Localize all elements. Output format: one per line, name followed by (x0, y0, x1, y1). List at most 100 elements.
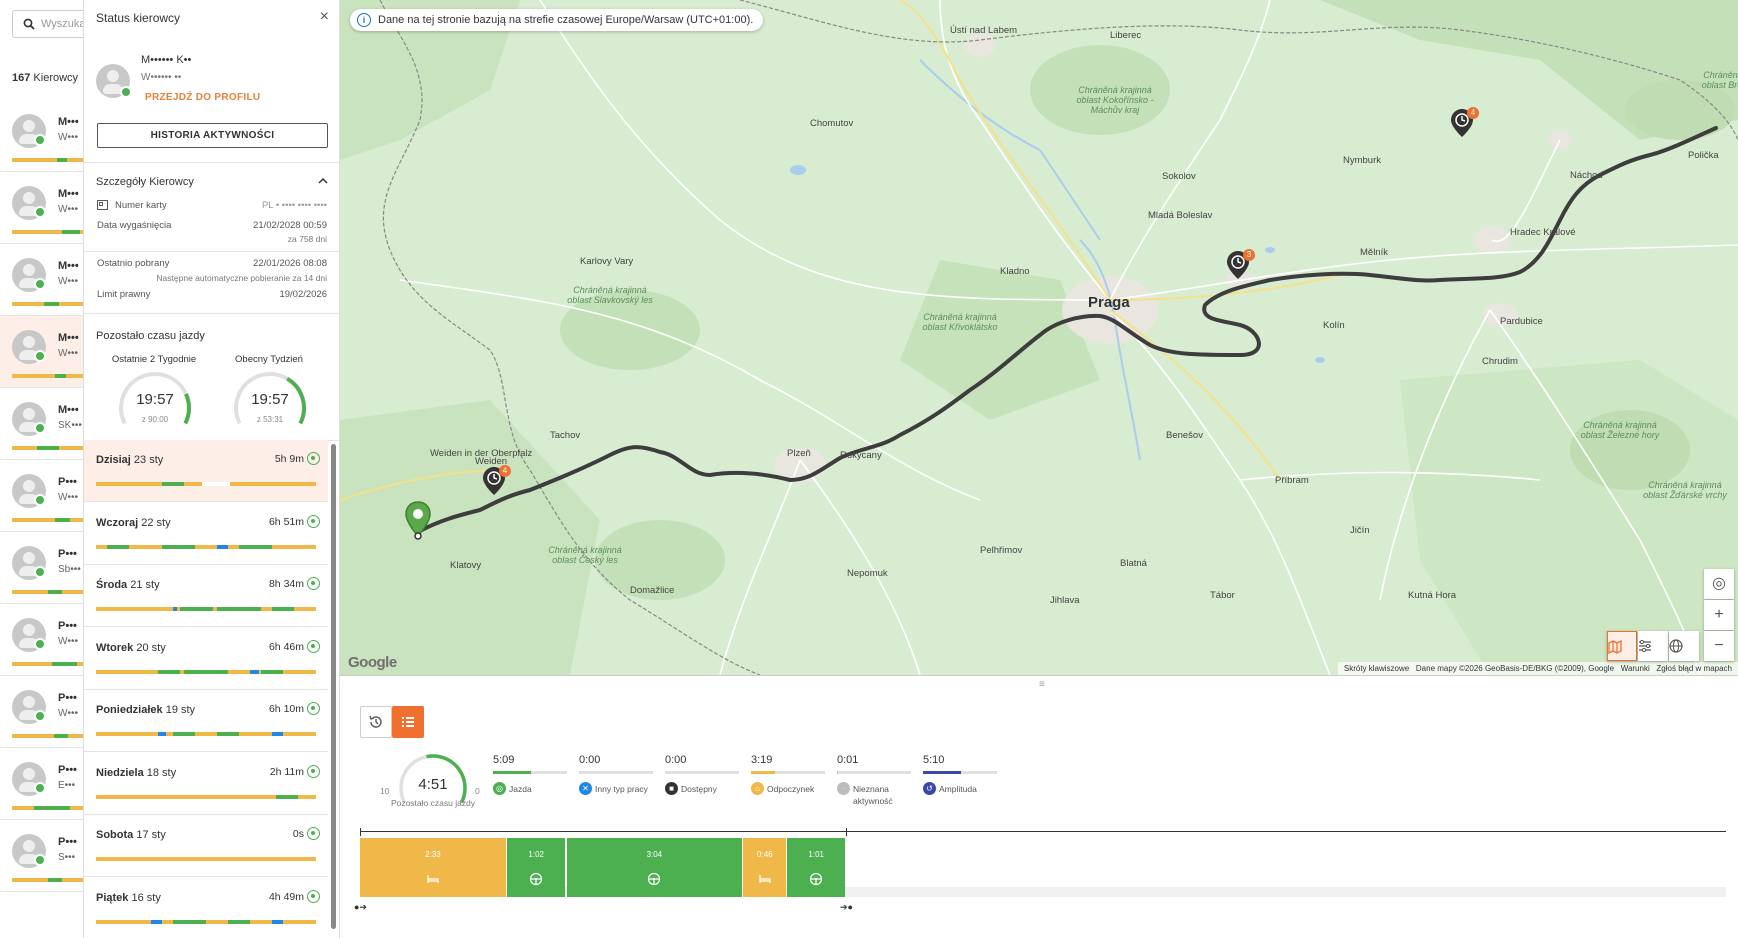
steering-wheel-icon (307, 514, 320, 528)
day-item[interactable]: Wtorek 20 sty 6h 46m (84, 628, 328, 690)
day-item[interactable]: Dzisiaj 23 sty 5h 9m (84, 440, 328, 502)
day-name: Sobota (96, 829, 134, 841)
day-item[interactable]: Sobota 17 sty 0s (84, 815, 328, 877)
place-label: Hradec Králové (1510, 227, 1576, 238)
driver-list-item[interactable]: P••• W••• (0, 460, 83, 532)
day-item[interactable]: Niedziela 18 sty 2h 11m (84, 753, 328, 815)
scrollbar[interactable] (331, 444, 336, 929)
day-name: Dzisiaj (96, 454, 131, 466)
park-label: Chráněná krajinná oblast Broumovsko (1701, 70, 1738, 90)
chevron-up-icon[interactable] (318, 177, 328, 185)
driver-list-item[interactable]: M••• W••• (0, 172, 83, 244)
day-item[interactable]: Poniedziałek 19 sty 6h 10m (84, 690, 328, 752)
driver-activity-bar (12, 662, 83, 666)
activity-segment (228, 919, 250, 924)
stat-label: Dostępny (681, 784, 717, 794)
attribution-terms[interactable]: Warunki (1621, 664, 1650, 673)
day-duration: 4h 49m (268, 890, 304, 903)
rest-marker[interactable]: 4 (1450, 107, 1480, 142)
filter-button[interactable] (1638, 631, 1668, 661)
info-icon: i (357, 13, 371, 27)
start-marker-icon[interactable] (404, 500, 432, 540)
driver-list-item[interactable]: P••• W••• (0, 604, 83, 676)
search-icon (23, 18, 35, 30)
timeline-segment-drive[interactable]: 1:02 (506, 838, 566, 897)
timeline-segment-drive[interactable]: 3:04 (566, 838, 743, 897)
driver-list-item[interactable]: P••• Sb••• (0, 532, 83, 604)
history-view-button[interactable] (360, 706, 392, 738)
driver-list-item[interactable]: M••• W••• (0, 316, 83, 388)
driver-list-item[interactable]: P••• S••• (0, 820, 83, 892)
rest-marker[interactable]: 3 (1226, 249, 1256, 284)
attribution-shortcuts[interactable]: Skróty klawiszowe (1344, 664, 1409, 673)
activity-segment (184, 669, 228, 674)
timeline-segment-rest[interactable]: 0:46 (743, 838, 787, 897)
driver-id: W•••••• •• (141, 72, 182, 83)
driver-list-item[interactable]: M••• SK••• (0, 388, 83, 460)
driver-list-item[interactable]: P••• E••• (0, 748, 83, 820)
status-badge-icon (34, 134, 46, 146)
activity-segment (261, 669, 283, 674)
expiry-sub: za 758 dni (287, 234, 327, 244)
place-label: Polička (1688, 150, 1719, 161)
day-item[interactable]: Piątek 16 sty 4h 49m (84, 878, 328, 938)
stat-label: Nieznana aktywność (853, 784, 893, 806)
activity-history-button[interactable]: HISTORIA AKTYWNOŚCI (97, 123, 328, 148)
day-name: Wczoraj (96, 516, 139, 529)
profile-link[interactable]: PRZEJDŹ DO PROFILU (145, 92, 260, 103)
steering-wheel-icon (307, 452, 320, 465)
timeline-segment-rest[interactable]: 2:33 (360, 838, 506, 897)
place-label: Nymburk (1343, 155, 1382, 166)
globe-button[interactable] (1669, 631, 1699, 661)
driver-search-input[interactable]: Wyszukaj (12, 10, 83, 38)
driver-name: P••• (58, 548, 77, 560)
map-view-button[interactable] (1607, 631, 1637, 661)
map-attribution: Skróty klawiszowe Dane mapy ©2026 GeoBas… (1337, 662, 1738, 675)
rest-marker[interactable]: 4 (482, 465, 512, 500)
timeline-segment-drive[interactable]: 1:01 (787, 838, 845, 897)
place-label: Rokycany (840, 450, 882, 461)
timeline-start-icon[interactable]: ●➔ (354, 902, 367, 913)
day-duration: 2h 11m (269, 765, 304, 778)
day-item[interactable]: Środa 21 sty 8h 34m (84, 565, 328, 627)
driver-sub: SK••• (58, 420, 82, 431)
locate-icon[interactable]: ◎ (1704, 569, 1734, 599)
steering-wheel-icon (307, 577, 320, 590)
day-duration: 6h 10m (268, 703, 304, 715)
gauge-value: 19:57 (251, 391, 289, 408)
zoom-in-button[interactable]: + (1704, 600, 1734, 630)
map[interactable]: i Dane na tej stronie bazują na strefie c… (340, 0, 1738, 675)
driver-list-item[interactable]: P••• W••• (0, 676, 83, 748)
day-activity-track (96, 919, 316, 924)
bed-icon (427, 875, 439, 883)
driver-list-item[interactable]: M••• W••• (0, 244, 83, 316)
zoom-out-button[interactable]: − (1704, 631, 1734, 661)
driver-activity-bar (12, 734, 83, 738)
place-label: Karlovy Vary (580, 256, 634, 267)
activity-segment (201, 482, 231, 486)
attribution-report[interactable]: Zgłoś błąd w mapach (1656, 664, 1732, 673)
steering-wheel-icon (648, 872, 661, 886)
day-date: 19 sty (165, 704, 196, 716)
place-label: Liberec (1110, 30, 1142, 41)
driver-sub: W••• (58, 276, 78, 287)
driver-sub: W••• (58, 204, 78, 215)
day-activity-track (96, 732, 316, 736)
stat-bar (493, 771, 567, 774)
driver-sub: W••• (58, 132, 78, 143)
list-view-button[interactable] (392, 706, 424, 738)
status-badge-icon (34, 638, 46, 650)
driver-name: P••• (58, 836, 77, 848)
timeline-end-icon[interactable]: ➔● (840, 902, 853, 913)
close-icon[interactable]: × (320, 8, 329, 26)
legal-limit-value: 19/02/2026 (279, 289, 327, 300)
driver-list-item[interactable]: M••• W••• (0, 100, 83, 172)
day-date: 17 sty (136, 829, 166, 841)
park-label: Chráněná krajinná oblast Křivoklátsko (922, 312, 998, 332)
day-duration: 8h 34m (268, 578, 304, 590)
marker-badge: 3 (1243, 249, 1255, 261)
place-label: Sokolov (1162, 171, 1196, 182)
driver-name: P••• (58, 476, 77, 488)
resize-handle-icon[interactable]: ≡ (1039, 679, 1045, 690)
day-item[interactable]: Wczoraj 22 sty 6h 51m (84, 503, 328, 565)
